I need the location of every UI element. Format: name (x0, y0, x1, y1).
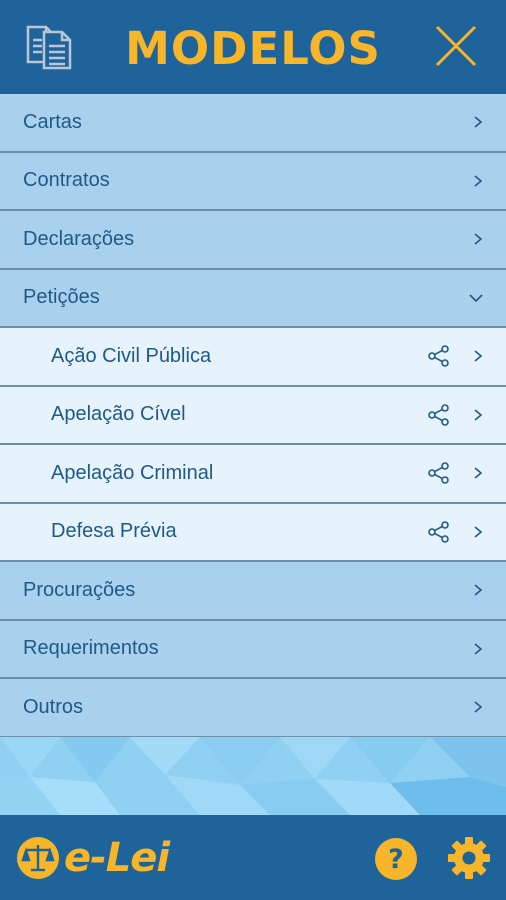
menu-category-peticoes[interactable]: Petições (0, 269, 506, 328)
chevron-right-icon (474, 175, 483, 187)
category-label: Procurações (23, 578, 136, 601)
models-menu: Cartas Contratos Declarações Petições Aç… (0, 94, 506, 738)
menu-subitem-apelacao-criminal[interactable]: Apelação Criminal (0, 445, 506, 504)
chevron-down-icon (469, 294, 483, 302)
subitem-label: Ação Civil Pública (51, 344, 212, 367)
help-icon[interactable]: ? (374, 837, 418, 881)
scales-icon (17, 837, 59, 879)
app-footer: e-Lei ? (0, 815, 506, 900)
category-label: Petições (23, 286, 100, 309)
background-pattern (0, 737, 506, 815)
chevron-right-icon (474, 643, 483, 655)
subitem-label: Apelação Criminal (51, 461, 214, 484)
menu-category-procuracoes[interactable]: Procurações (0, 562, 506, 621)
chevron-right-icon (474, 584, 483, 596)
svg-text:?: ? (388, 844, 404, 875)
page-title: MODELOS (125, 22, 381, 75)
menu-category-outros[interactable]: Outros (0, 679, 506, 738)
share-icon[interactable] (428, 403, 450, 426)
subitem-label: Apelação Cível (51, 403, 186, 426)
logo-text: e-Lei (64, 835, 170, 881)
menu-subitem-acao-civil-publica[interactable]: Ação Civil Pública (0, 328, 506, 387)
menu-category-declaracoes[interactable]: Declarações (0, 211, 506, 270)
app-logo: e-Lei (16, 835, 170, 881)
category-label: Outros (23, 695, 84, 718)
close-icon[interactable] (434, 24, 478, 68)
menu-subitem-defesa-previa[interactable]: Defesa Prévia (0, 503, 506, 562)
category-label: Declarações (23, 227, 135, 250)
subitem-label: Defesa Prévia (51, 520, 177, 543)
chevron-right-icon (474, 350, 483, 362)
share-icon[interactable] (428, 345, 450, 368)
chevron-right-icon (474, 233, 483, 245)
chevron-right-icon (474, 467, 483, 479)
menu-category-requerimentos[interactable]: Requerimentos (0, 620, 506, 679)
share-icon[interactable] (428, 520, 450, 543)
triangle-pattern-graphic (0, 737, 506, 815)
chevron-right-icon (474, 409, 483, 421)
menu-category-contratos[interactable]: Contratos (0, 152, 506, 211)
chevron-right-icon (474, 701, 483, 713)
chevron-right-icon (474, 526, 483, 538)
share-icon[interactable] (428, 462, 450, 485)
chevron-right-icon (474, 116, 483, 128)
menu-subitem-apelacao-civel[interactable]: Apelação Cível (0, 386, 506, 445)
category-label: Cartas (23, 110, 82, 133)
app-header: MODELOS (0, 0, 506, 94)
gear-icon[interactable] (446, 835, 492, 881)
category-label: Requerimentos (23, 637, 159, 660)
menu-category-cartas[interactable]: Cartas (0, 94, 506, 153)
category-label: Contratos (23, 169, 110, 192)
